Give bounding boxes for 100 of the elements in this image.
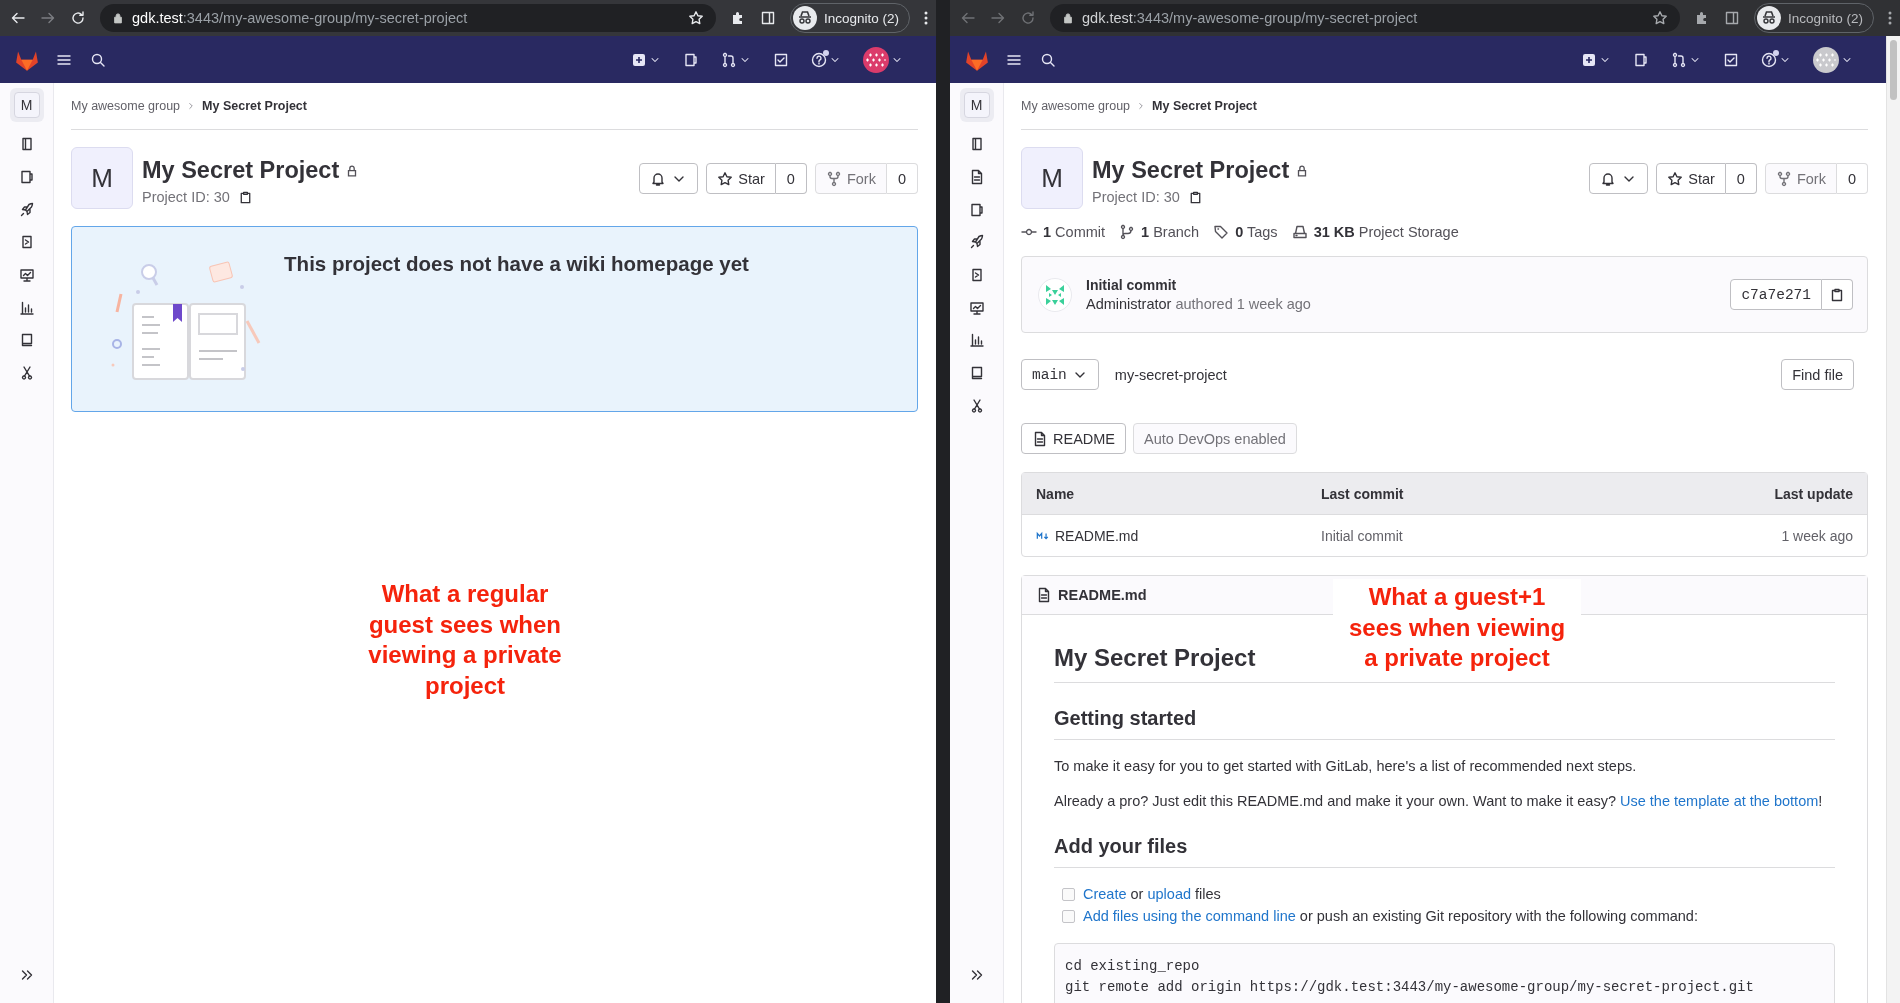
count-badge[interactable]: 0	[1725, 163, 1757, 194]
bar-chart-icon[interactable]	[968, 332, 985, 349]
rocket-icon[interactable]	[968, 234, 985, 251]
commit-sha-button[interactable]: c7a7e271	[1730, 279, 1822, 310]
address-bar[interactable]: gdk.test:3443/my-awesome-group/my-secret-project	[1050, 4, 1680, 32]
incognito-icon	[1756, 6, 1781, 30]
plus-square-icon	[1581, 51, 1597, 68]
checkbox-icon	[773, 51, 789, 68]
fork-icon	[825, 170, 842, 187]
breadcrumb-link[interactable]: My Secret Project	[202, 99, 307, 113]
repo-shortcut-button[interactable]: README	[1021, 423, 1127, 454]
more-icon[interactable]	[924, 10, 928, 26]
copy-sha-button[interactable]	[1822, 279, 1853, 310]
find-file-button[interactable]: Find file	[1781, 359, 1854, 390]
help-icon	[1761, 51, 1777, 68]
mug-icon[interactable]	[18, 169, 35, 186]
file-name-link[interactable]: README.md	[1055, 527, 1139, 544]
lock-icon	[112, 12, 124, 24]
task-checkbox[interactable]	[1062, 888, 1075, 901]
url-text: gdk.test:3443/my-awesome-group/my-secret-project	[132, 10, 468, 26]
column-header: Last commit	[1321, 485, 1405, 502]
monitor-icon[interactable]	[968, 299, 985, 316]
branch-icon	[1119, 224, 1136, 240]
column-header: Last update	[1774, 485, 1853, 502]
star-button[interactable]: Star	[1656, 163, 1726, 194]
breadcrumb-link[interactable]: My awesome group	[1021, 99, 1131, 113]
count-badge[interactable]: 0	[775, 163, 807, 194]
text-link[interactable]: Add files using the command line	[1083, 908, 1296, 924]
address-bar[interactable]: gdk.test:3443/my-awesome-group/my-secret-project	[100, 4, 716, 32]
text-link[interactable]: Create	[1083, 886, 1127, 902]
help-icon	[811, 51, 827, 68]
project-title: My Secret Project	[1092, 157, 1290, 184]
column-header: Name	[1036, 485, 1076, 502]
mug-icon	[1633, 51, 1649, 68]
task-text: Add files using the command line or push an existing Git repository with the following command:	[1083, 907, 1698, 926]
section-heading: Getting started	[1054, 707, 1835, 740]
tag-icon	[1213, 224, 1230, 240]
mug-icon[interactable]	[968, 201, 985, 218]
merge-icon	[721, 51, 737, 68]
notification-dropdown[interactable]	[639, 163, 699, 194]
plus-square-icon	[631, 51, 647, 68]
user-avatar	[1813, 46, 1839, 73]
repository-path[interactable]: my-secret-project	[1114, 366, 1227, 383]
branch-dropdown[interactable]: main	[1021, 359, 1099, 390]
author-avatar	[1038, 277, 1072, 312]
project-avatar: M	[71, 147, 133, 209]
project-switcher[interactable]: M	[9, 88, 44, 122]
commit-meta: Administrator authored 1 week ago	[1086, 296, 1311, 312]
document-icon	[1036, 587, 1052, 603]
bookmark-star-icon[interactable]	[687, 10, 704, 26]
project-switcher[interactable]: M	[959, 88, 994, 122]
rocket-icon[interactable]	[18, 201, 35, 218]
task-checkbox[interactable]	[1062, 910, 1075, 923]
user-avatar	[863, 46, 889, 73]
side-panel-icon[interactable]	[1723, 10, 1740, 26]
section-heading: Add your files	[1054, 835, 1835, 868]
bookmark-star-icon[interactable]	[1651, 10, 1668, 26]
project-id: Project ID: 30	[142, 189, 230, 205]
project-id: Project ID: 30	[1092, 189, 1180, 205]
commit-title[interactable]: Initial commit	[1086, 277, 1311, 293]
readme-filename: README.md	[1058, 587, 1147, 603]
copy-icon	[1829, 286, 1845, 303]
bar-chart-icon[interactable]	[18, 299, 35, 316]
reload-icon[interactable]	[70, 10, 86, 26]
merge-icon	[1671, 51, 1687, 68]
table-cell: 1 week ago	[1781, 527, 1853, 544]
breadcrumb-link[interactable]: My Secret Project	[1152, 99, 1257, 113]
repo-stat-link[interactable]: 1 Branch	[1119, 224, 1200, 240]
bell-icon	[650, 170, 667, 187]
empty-wiki-title: This project does not have a wiki homepage yet	[284, 252, 749, 277]
side-panel-icon[interactable]	[759, 10, 776, 26]
repo-stat-link[interactable]: 31 KB Project Storage	[1291, 224, 1459, 240]
table-cell-text: Initial commit	[1321, 527, 1404, 544]
checkbox-icon	[1723, 51, 1739, 68]
text-link[interactable]: upload	[1147, 886, 1192, 902]
star-button[interactable]: Star	[706, 163, 776, 194]
paragraph: To make it easy for you to get started with GitLab, here's a list of recommended next steps.	[1054, 757, 1638, 776]
star-icon	[1667, 170, 1684, 187]
breadcrumb-link[interactable]: My awesome group	[71, 99, 181, 113]
monitor-icon[interactable]	[18, 267, 35, 284]
repo-stat-link[interactable]: 0 Tags	[1213, 224, 1278, 240]
project-title: My Secret Project	[142, 157, 340, 184]
search-icon[interactable]	[1040, 51, 1056, 68]
incognito-icon	[792, 6, 817, 30]
scrollbar[interactable]	[1886, 36, 1900, 1003]
project-avatar: M	[1021, 147, 1083, 209]
task-text: Create or upload files	[1083, 885, 1221, 904]
back-icon[interactable]	[10, 10, 26, 26]
more-icon[interactable]	[1888, 10, 1892, 26]
bell-icon	[1600, 170, 1617, 187]
url-text: gdk.test:3443/my-awesome-group/my-secret-project	[1082, 10, 1418, 26]
document-icon	[1032, 430, 1048, 447]
fork-icon	[1775, 170, 1792, 187]
lock-icon	[1062, 12, 1074, 24]
star-icon	[717, 170, 734, 187]
notification-dropdown[interactable]	[1589, 163, 1649, 194]
search-icon[interactable]	[90, 51, 106, 68]
forward-icon[interactable]	[40, 10, 56, 26]
repo-stat-link[interactable]: 1 Commit	[1021, 224, 1106, 240]
paragraph: Already a pro? Just edit this README.md and make it your own. Want to make it easy? Use the template at the bottom!	[1054, 792, 1824, 811]
